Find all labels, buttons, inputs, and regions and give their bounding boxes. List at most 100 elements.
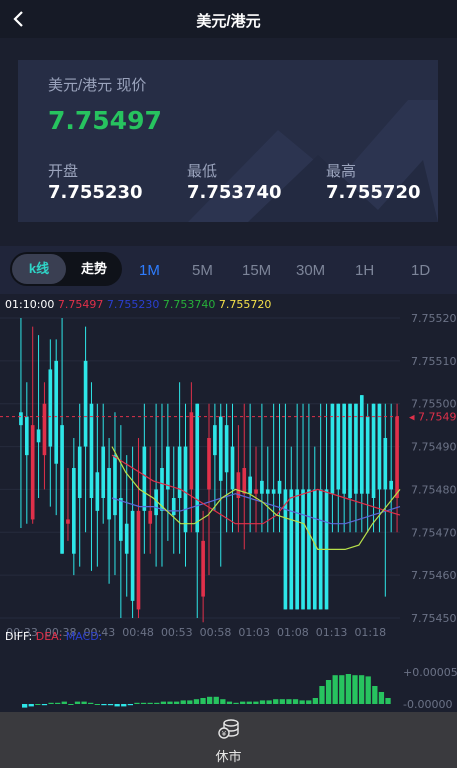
y-tick-label: 7.75470 xyxy=(411,526,457,539)
macd-bar xyxy=(345,674,352,704)
candle-body xyxy=(24,416,29,456)
candle-body xyxy=(254,489,258,494)
macd-bar xyxy=(22,704,28,708)
candle-body xyxy=(342,403,346,494)
macd-bar xyxy=(193,699,200,704)
candle-body xyxy=(271,489,276,494)
candle-body xyxy=(148,510,153,524)
candle-body xyxy=(248,476,252,494)
chart-tab-bar: k线 走势 1M 5M 15M 30M 1H 1D xyxy=(0,246,457,294)
x-tick-label: 00:53 xyxy=(161,626,193,639)
macd-dea-label: DEA: xyxy=(35,630,63,643)
candle-body xyxy=(119,498,123,541)
candle-body xyxy=(307,489,311,610)
candle-body xyxy=(371,403,376,498)
low-label: 最低 xyxy=(187,163,218,180)
candle-body xyxy=(42,403,47,456)
macd-bar xyxy=(319,686,325,704)
candle-body xyxy=(312,489,317,610)
x-tick-label: 01:13 xyxy=(316,626,348,639)
market-status: 休市 xyxy=(215,749,242,764)
kline-panel[interactable]: 7.75520 7.75510 7.75500 7.75490 7.75480 7.754… xyxy=(0,294,457,712)
x-tick-label: 01:03 xyxy=(238,626,270,639)
macd-info: DIFF: DEA: MACD: xyxy=(5,630,102,643)
x-tick-label: 01:18 xyxy=(354,626,386,639)
macd-bar xyxy=(160,701,167,704)
tab-kline[interactable]: k线 xyxy=(12,254,66,284)
candle-body xyxy=(260,480,264,494)
candle-body xyxy=(283,489,288,610)
y-tick-label: 7.75500 xyxy=(411,398,457,411)
candle-body xyxy=(183,446,188,533)
y-tick-label: 7.75490 xyxy=(411,441,457,454)
info-value-1: 7.75497 xyxy=(57,298,104,311)
macd-bar xyxy=(61,701,67,704)
macd-bar xyxy=(140,702,147,704)
page-title: 美元/港元 xyxy=(196,13,261,30)
macd-bar xyxy=(127,704,133,706)
macd-bar xyxy=(213,696,219,704)
period-1m[interactable]: 1M xyxy=(139,262,160,279)
info-value-3: 7.753740 xyxy=(162,298,216,311)
macd-bar xyxy=(273,699,279,704)
period-1d[interactable]: 1D xyxy=(411,262,430,279)
candle-body xyxy=(189,412,194,490)
bottom-status-bar[interactable]: ¥ 休市 xyxy=(0,712,457,768)
macd-bar xyxy=(266,700,272,704)
candle-body xyxy=(213,425,217,456)
macd-bar xyxy=(173,701,180,704)
macd-bar xyxy=(292,699,299,704)
macd-bar xyxy=(55,702,61,704)
ohlc-info: 01:10:00 7.75497 7.755230 7.753740 7.755… xyxy=(5,298,271,311)
macd-bar xyxy=(240,701,246,704)
period-5m[interactable]: 5M xyxy=(192,262,213,279)
macd-bar xyxy=(35,704,41,705)
candle-body xyxy=(359,395,364,494)
macd-bar xyxy=(134,702,140,704)
candle-body xyxy=(195,403,200,533)
candle-body xyxy=(171,498,176,516)
candle-body xyxy=(207,438,211,490)
high-value: 7.755720 xyxy=(326,182,421,203)
kline-chart[interactable]: 7.75520 7.75510 7.75500 7.75490 7.75480 7.754… xyxy=(0,294,457,712)
low-value: 7.753740 xyxy=(187,182,282,203)
period-15m[interactable]: 15M xyxy=(242,262,271,279)
candle-body xyxy=(383,438,388,490)
y-tick-label: 7.75480 xyxy=(411,483,457,496)
macd-bar xyxy=(339,675,345,704)
macd-bar xyxy=(325,680,332,704)
coins-icon: ¥ xyxy=(218,719,239,739)
period-1h[interactable]: 1H xyxy=(355,262,374,279)
high-label: 最高 xyxy=(326,163,357,180)
y-tick-label: 7.75460 xyxy=(411,569,457,582)
x-tick-label: 00:48 xyxy=(122,626,154,639)
macd-bar xyxy=(121,704,127,707)
candle-body xyxy=(83,360,88,447)
macd-bar xyxy=(299,700,305,704)
macd-bar xyxy=(187,700,193,704)
candle-body xyxy=(60,425,64,554)
candle-body xyxy=(130,510,135,601)
tab-trend[interactable]: 走势 xyxy=(68,254,120,284)
candle-body xyxy=(142,446,147,511)
macd-bar xyxy=(220,699,226,704)
candle-body xyxy=(218,416,223,481)
candle-body xyxy=(72,468,76,554)
macd-bar xyxy=(259,700,266,704)
macd-bar xyxy=(81,701,87,704)
macd-bar xyxy=(385,698,391,704)
y-tick-label: 7.75520 xyxy=(411,312,457,325)
last-price-label: ◂ 7.75497 xyxy=(409,411,457,424)
candle-body xyxy=(48,369,53,447)
period-30m[interactable]: 30M xyxy=(296,262,325,279)
macd-bar xyxy=(94,704,100,705)
chart-type-toggle: k线 走势 xyxy=(10,252,122,286)
macd-bar xyxy=(233,702,239,704)
info-value-2: 7.755230 xyxy=(106,298,160,311)
macd-bar xyxy=(226,701,233,704)
macd-bar xyxy=(279,699,285,704)
macd-bar xyxy=(147,702,153,704)
y-tick-label: 7.75450 xyxy=(411,612,457,625)
macd-bar xyxy=(107,704,114,706)
info-value-4: 7.755720 xyxy=(218,298,272,311)
